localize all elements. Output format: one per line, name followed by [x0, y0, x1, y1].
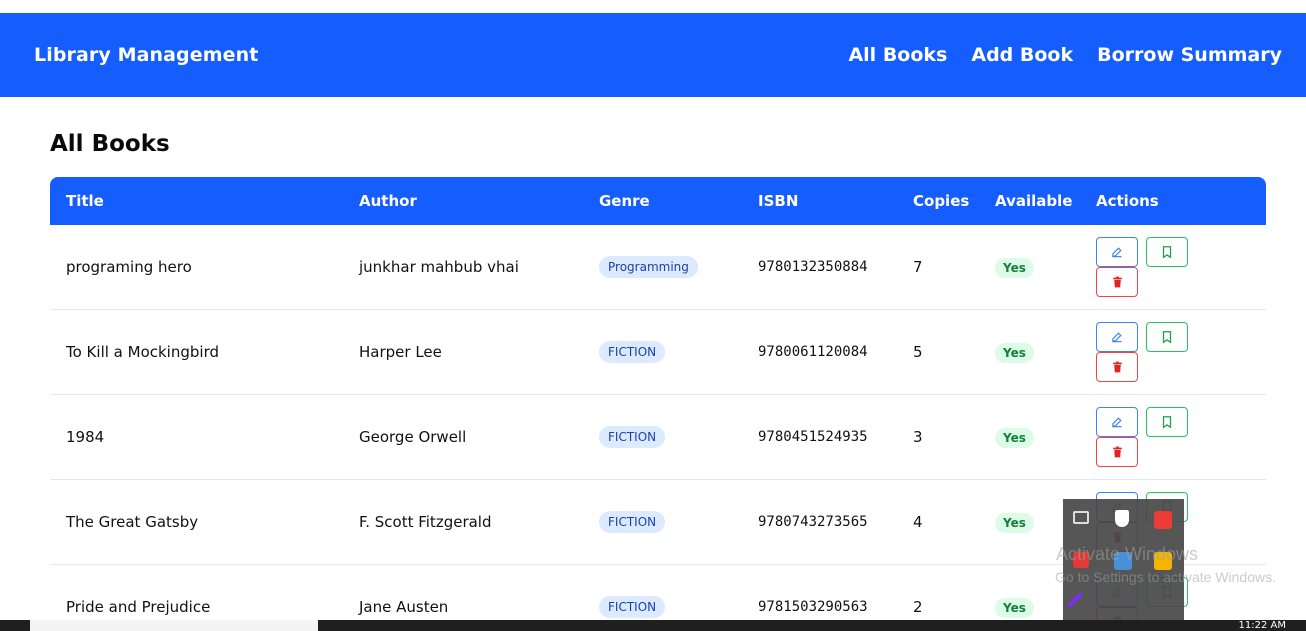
genre-badge: FICTION	[599, 426, 666, 448]
edit-button[interactable]	[1096, 237, 1138, 267]
genre-cell: Programming	[599, 225, 758, 309]
top-strip	[0, 0, 1306, 13]
book-isbn: 9780743273565	[758, 514, 868, 530]
nav-add-book[interactable]: Add Book	[971, 44, 1073, 66]
book-title: To Kill a Mockingbird	[66, 343, 219, 361]
pencil-icon	[1112, 417, 1122, 428]
table-row: To Kill a Mockingbird Harper Lee FICTION…	[50, 310, 1266, 395]
book-copies: 5	[913, 343, 923, 361]
table-header: Title Author Genre ISBN Copies Available…	[50, 177, 1266, 225]
pencil-icon	[1112, 247, 1122, 258]
available-cell: Yes	[995, 225, 1096, 309]
book-author: junkhar mahbub vhai	[359, 258, 519, 276]
table-row: 1984 George Orwell FICTION 9780451524935…	[50, 395, 1266, 480]
book-isbn: 9780451524935	[758, 429, 868, 445]
borrow-button[interactable]	[1146, 407, 1188, 437]
brand-title[interactable]: Library Management	[34, 44, 258, 66]
actions-cell	[1096, 310, 1266, 394]
header-available: Available	[995, 192, 1073, 210]
header-isbn: ISBN	[758, 192, 799, 210]
bookmark-icon	[1162, 416, 1172, 429]
shield-icon[interactable]	[1115, 510, 1129, 527]
actions-group	[1096, 225, 1266, 309]
activation-watermark-title: Activate Windows	[1056, 544, 1199, 564]
book-copies: 7	[913, 258, 923, 276]
book-title: programing hero	[66, 258, 192, 276]
delete-button[interactable]	[1096, 352, 1138, 382]
header-title: Title	[66, 192, 104, 210]
book-copies: 4	[913, 513, 923, 531]
genre-badge: FICTION	[599, 341, 666, 363]
pen-icon[interactable]	[1067, 592, 1083, 608]
pencil-icon	[1112, 332, 1122, 343]
page-title: All Books	[50, 131, 170, 157]
book-author: Harper Lee	[359, 343, 442, 361]
available-badge: Yes	[995, 513, 1034, 533]
bookmark-icon	[1162, 331, 1172, 344]
book-author: George Orwell	[359, 428, 467, 446]
genre-cell: FICTION	[599, 395, 758, 479]
available-cell: Yes	[995, 395, 1096, 479]
actions-cell	[1096, 225, 1266, 309]
taskbar-clock[interactable]: 11:22 AM	[1239, 620, 1286, 631]
book-title: The Great Gatsby	[66, 513, 199, 531]
trash-icon	[1112, 446, 1122, 458]
navbar: Library Management All Books Add Book Bo…	[0, 13, 1306, 97]
activation-watermark-subtitle: Go to Settings to activate Windows.	[1055, 569, 1276, 585]
actions-group	[1096, 310, 1266, 394]
book-isbn: 9780132350884	[758, 259, 868, 275]
header-author: Author	[359, 192, 417, 210]
book-copies: 3	[913, 428, 923, 446]
genre-badge: FICTION	[599, 511, 666, 533]
header-genre: Genre	[599, 192, 650, 210]
available-badge: Yes	[995, 258, 1034, 278]
available-badge: Yes	[995, 428, 1034, 448]
trash-icon	[1112, 276, 1122, 288]
book-author: F. Scott Fitzgerald	[359, 513, 492, 531]
nav-borrow-summary[interactable]: Borrow Summary	[1097, 44, 1282, 66]
trash-icon	[1112, 361, 1122, 373]
borrow-button[interactable]	[1146, 237, 1188, 267]
book-isbn: 9780061120084	[758, 344, 868, 360]
bookmark-icon	[1162, 246, 1172, 259]
available-badge: Yes	[995, 343, 1034, 363]
edit-button[interactable]	[1096, 322, 1138, 352]
actions-cell	[1096, 395, 1266, 479]
nav-links: All Books Add Book Borrow Summary	[848, 44, 1282, 66]
actions-group	[1096, 395, 1266, 479]
anydesk-icon[interactable]	[1154, 511, 1172, 529]
genre-cell: FICTION	[599, 310, 758, 394]
taskbar-search[interactable]	[30, 620, 318, 631]
borrow-button[interactable]	[1146, 322, 1188, 352]
book-title: 1984	[66, 428, 105, 446]
edit-button[interactable]	[1096, 407, 1138, 437]
genre-cell: FICTION	[599, 480, 758, 564]
header-actions: Actions	[1096, 192, 1159, 210]
genre-badge: FICTION	[599, 596, 666, 618]
available-cell: Yes	[995, 310, 1096, 394]
table-row: programing hero junkhar mahbub vhai Prog…	[50, 225, 1266, 310]
header-copies: Copies	[913, 192, 970, 210]
delete-button[interactable]	[1096, 267, 1138, 297]
monitor-icon[interactable]	[1073, 511, 1089, 524]
genre-badge: Programming	[599, 256, 698, 278]
nav-all-books[interactable]: All Books	[848, 44, 947, 66]
delete-button[interactable]	[1096, 437, 1138, 467]
available-badge: Yes	[995, 598, 1034, 618]
